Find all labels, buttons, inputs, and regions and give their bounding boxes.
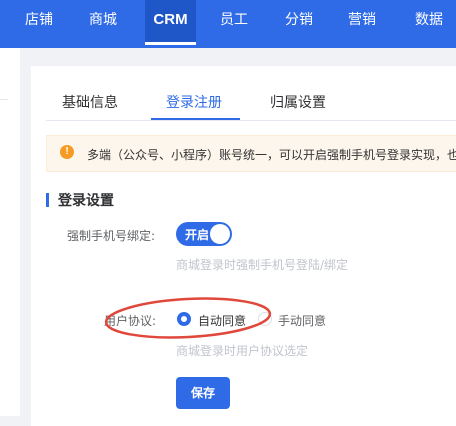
radio-auto-agree-label[interactable]: 自动同意 [198, 312, 246, 329]
nav-item-crm[interactable]: CRM [145, 0, 196, 45]
side-menu-divider [0, 99, 8, 100]
save-button[interactable]: 保存 [176, 377, 230, 409]
nav-item-data[interactable]: 数据 [404, 0, 454, 45]
section-title: 登录设置 [58, 193, 114, 209]
tabs-divider [46, 120, 456, 121]
radio-auto-agree[interactable] [177, 312, 191, 326]
nav-item-marketing[interactable]: 营销 [337, 0, 387, 45]
nav-item-store[interactable]: 店铺 [14, 0, 64, 45]
nav-item-staff[interactable]: 员工 [209, 0, 259, 45]
side-menu [0, 48, 20, 416]
switch-knob [210, 224, 230, 244]
active-tab-indicator [151, 118, 240, 120]
radio-manual-agree[interactable] [258, 312, 272, 326]
top-navigation: 店铺 商城 CRM 员工 分销 营销 数据 [0, 0, 456, 48]
phone-binding-hint: 商城登录时强制手机号登陆/绑定 [176, 258, 349, 272]
switch-text: 开启 [185, 228, 210, 242]
phone-binding-switch[interactable]: 开启 [176, 222, 232, 246]
tab-login-register[interactable]: 登录注册 [166, 92, 222, 112]
section-marker [46, 193, 49, 207]
user-agreement-label: 用户协议: [104, 314, 157, 328]
tab-basic-info[interactable]: 基础信息 [62, 92, 118, 112]
phone-binding-label: 强制手机号绑定: [67, 229, 156, 243]
user-agreement-hint: 商城登录时用户协议选定 [176, 344, 309, 358]
radio-manual-agree-label[interactable]: 手动同意 [278, 312, 326, 329]
notice-banner: ! 多端（公众号、小程序）账号统一，可以开启强制手机号登录实现，也 [46, 135, 456, 172]
tab-ownership-settings[interactable]: 归属设置 [270, 92, 326, 112]
warning-icon: ! [60, 145, 74, 159]
nav-item-mall[interactable]: 商城 [78, 0, 128, 45]
notice-text: 多端（公众号、小程序）账号统一，可以开启强制手机号登录实现，也 [87, 148, 456, 162]
nav-item-distribution[interactable]: 分销 [274, 0, 324, 45]
